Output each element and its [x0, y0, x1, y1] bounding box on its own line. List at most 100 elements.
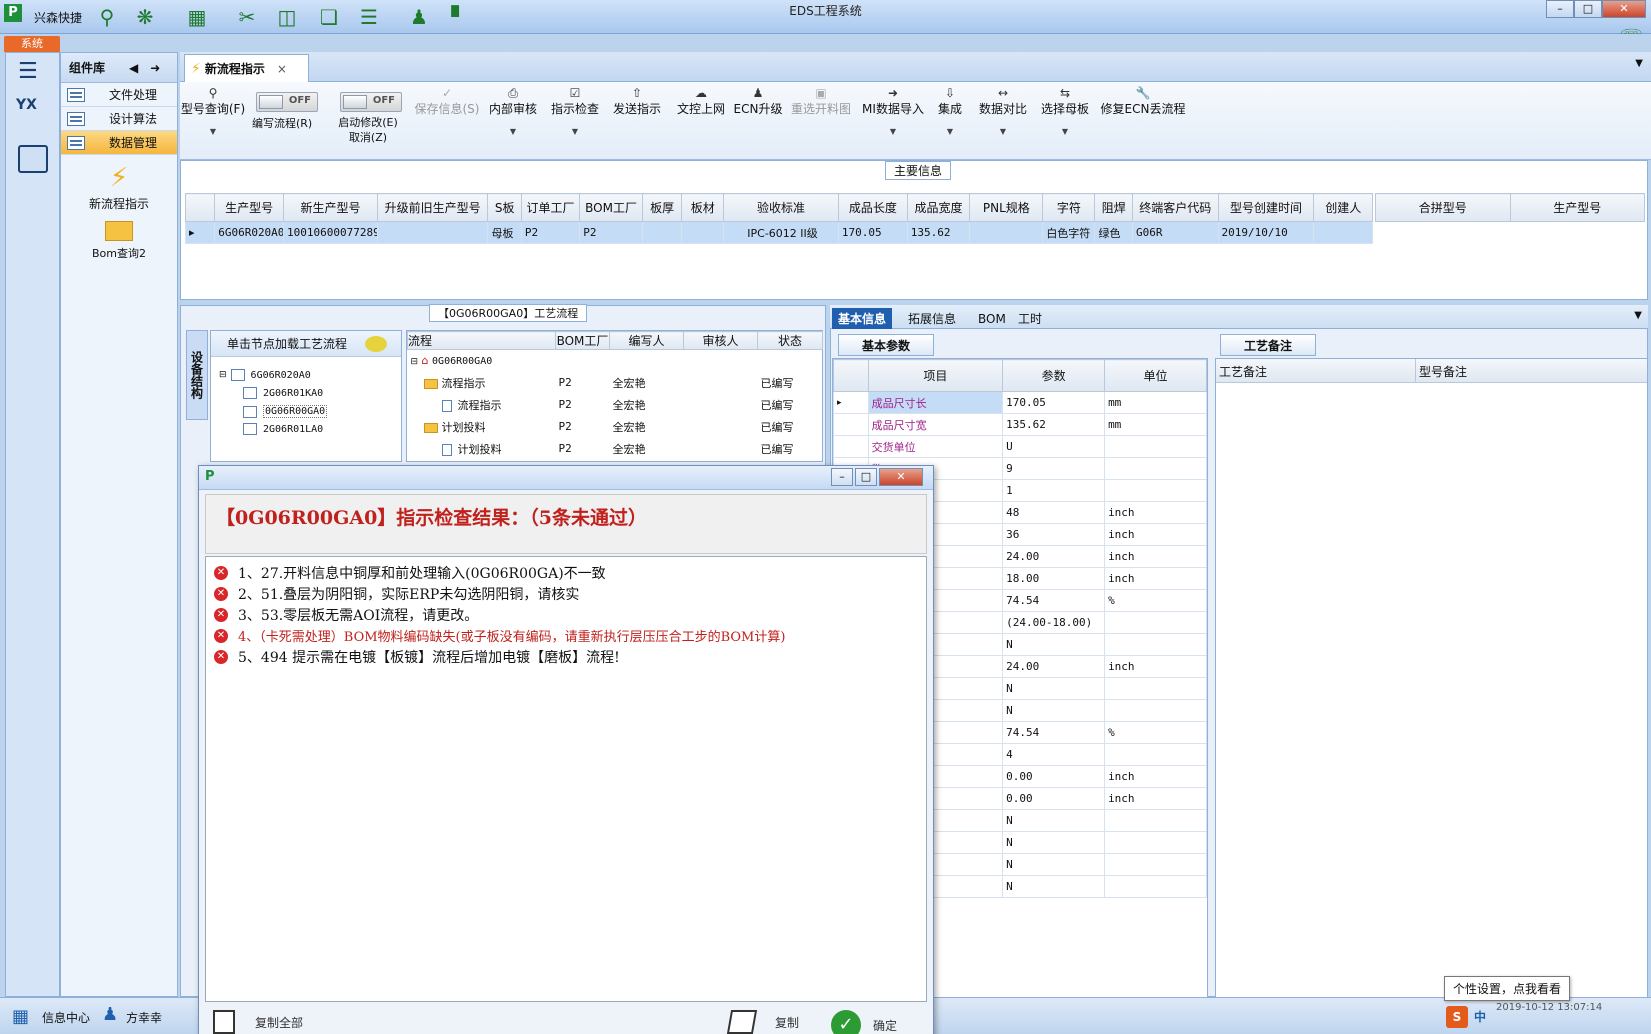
dialog-maximize-button[interactable]: □ — [855, 468, 877, 486]
chat-bubble-icon[interactable] — [365, 335, 388, 352]
flow-row[interactable]: 计划投料 P2 全宏艳 已编写 — [408, 438, 823, 460]
column-header[interactable]: 阻焊 — [1094, 193, 1133, 222]
column-header[interactable]: 订单工厂 — [520, 193, 581, 222]
dropdown-arrow-icon[interactable]: ▼ — [860, 127, 926, 136]
column-header[interactable]: 升级前旧生产型号 — [376, 193, 489, 222]
dropdown-arrow-icon[interactable]: ▼ — [976, 127, 1030, 136]
flow-row[interactable]: 计划投料 P2 全宏艳 已编写 — [408, 416, 823, 438]
list-item[interactable]: ✕ 5、494 提示需在电镀【板镀】流程后增加电镀【磨板】流程! — [214, 647, 620, 667]
column-header[interactable]: 流程 — [407, 331, 556, 350]
dropdown-arrow-icon[interactable]: ▼ — [932, 127, 968, 136]
list-item[interactable]: ✕ 1、27.开料信息中铜厚和前处理输入(0G06R00GA)不一致 — [214, 563, 606, 583]
yx-module-icon[interactable]: YX — [16, 97, 50, 127]
vertical-tab-structure[interactable]: 设备结构 — [186, 330, 208, 420]
ecn-upgrade-button[interactable]: ♟ ECN升级 — [732, 86, 784, 117]
model-remark-input[interactable] — [1418, 385, 1645, 995]
column-header[interactable]: 生产型号 — [1509, 193, 1645, 222]
column-header[interactable]: 创建人 — [1313, 193, 1373, 222]
tree-node-selected[interactable]: 0G06R00GA0 — [243, 405, 328, 418]
column-header[interactable]: 单位 — [1104, 359, 1207, 392]
doc-control-upload-button[interactable]: ☁ 文控上网 — [674, 86, 728, 117]
column-header[interactable]: 状态 — [757, 331, 823, 350]
mi-data-import-button[interactable]: ➜ MI数据导入 ▼ — [860, 86, 926, 136]
flow-root-row[interactable]: ⊟ ⌂ 0G06R00GA0 — [408, 350, 823, 372]
maximize-button[interactable]: □ — [1574, 0, 1602, 18]
tabs-dropdown-icon[interactable]: ▼ — [1634, 310, 1642, 321]
list-item[interactable]: ✕ 3、53.零层板无需AOI流程，请更改。 — [214, 605, 478, 625]
tooltip-personal-settings[interactable]: 个性设置，点我看看 — [1444, 976, 1571, 1001]
list-item[interactable]: ✕ 2、51.叠层为阴阳铜，实际ERP未勾选阴阳铜，请核实 — [214, 584, 579, 604]
tab-extended-info[interactable]: 拓展信息 — [902, 308, 962, 329]
table-row[interactable]: 成品尺寸宽 135.62 mm — [833, 413, 1207, 436]
collapse-left-icon[interactable]: ◀ — [129, 61, 138, 75]
tab-close-icon[interactable]: × — [277, 62, 287, 76]
column-header[interactable]: BOM工厂 — [555, 331, 610, 350]
sidebar-item-file-processing[interactable]: 文件处理 — [61, 83, 177, 107]
model-query-button[interactable]: ⚲ 型号查询(F) ▼ — [180, 86, 246, 136]
column-header[interactable]: 编写人 — [609, 331, 684, 350]
column-header[interactable]: 板材 — [681, 193, 725, 222]
column-header[interactable]: PNL规格 — [969, 193, 1044, 222]
dropdown-arrow-icon[interactable]: ▼ — [548, 127, 602, 136]
ime-logo-icon[interactable]: S — [1446, 1006, 1468, 1028]
tab-basic-info[interactable]: 基本信息 — [832, 308, 893, 329]
copy-all-button[interactable]: 复制全部 — [213, 1010, 303, 1034]
table-row[interactable]: 交货单位 U — [833, 435, 1207, 458]
reselect-cutting-chart-button[interactable]: ▣ 重选开料图 — [788, 86, 854, 117]
dialog-close-button[interactable]: ✕ — [879, 468, 923, 486]
system-menu-button[interactable]: 系统 — [4, 36, 60, 52]
sidebar-item-data-management[interactable]: 数据管理 — [61, 131, 177, 155]
dropdown-arrow-icon[interactable]: ▼ — [1038, 127, 1092, 136]
grid-apps-icon[interactable]: ▦ — [12, 1006, 29, 1027]
select-mother-board-button[interactable]: ⇆ 选择母板 ▼ — [1038, 86, 1092, 136]
tab-bom[interactable]: BOM — [972, 308, 1012, 329]
data-compare-button[interactable]: ↔ 数据对比 ▼ — [976, 86, 1030, 136]
send-instruction-button[interactable]: ⇧ 发送指示 — [610, 86, 664, 117]
column-header[interactable]: 成品宽度 — [906, 193, 971, 222]
list-item-critical[interactable]: ✕ 4、（卡死需处理）BOM物料编码缺失(或子板没有编码，请重新执行层压压合工步的… — [214, 626, 785, 645]
tab-dropdown-icon[interactable]: ▼ — [1635, 58, 1643, 69]
column-header[interactable]: 项目 — [867, 359, 1004, 392]
tree-node[interactable]: 2G06R01LA0 — [243, 423, 323, 435]
copy-button[interactable]: 复制 — [726, 1010, 799, 1034]
dropdown-arrow-icon[interactable]: ▼ — [180, 127, 246, 136]
shortcut-new-flow[interactable]: ⚡ 新流程指示 — [71, 163, 167, 212]
dropdown-arrow-icon[interactable]: ▼ — [486, 127, 540, 136]
flow-row[interactable]: 流程指示 P2 全宏艳 已编写 — [408, 372, 823, 394]
pin-icon[interactable]: ➜ — [150, 61, 160, 75]
shortcut-bom-query[interactable]: Bom查询2 — [71, 221, 167, 261]
info-center-label[interactable]: 信息中心 — [42, 1009, 90, 1026]
instruction-check-button[interactable]: ☑ 指示检查 ▼ — [548, 86, 602, 136]
column-header[interactable]: 生产型号 — [214, 193, 285, 222]
internal-review-button[interactable]: ⎙ 内部审核 ▼ — [486, 86, 540, 136]
column-header[interactable]: S板 — [487, 193, 522, 222]
calculator-module-icon[interactable] — [18, 145, 48, 173]
close-button[interactable]: ✕ — [1602, 0, 1646, 18]
tab-new-flow[interactable]: ⚡ 新流程指示 × — [184, 54, 309, 82]
auto-modify-toggle[interactable]: OFF — [340, 92, 402, 112]
dialog-minimize-button[interactable]: – — [831, 468, 853, 486]
column-header[interactable]: 参数 — [1002, 359, 1106, 392]
column-header[interactable]: BOM工厂 — [579, 193, 643, 222]
process-remark-input[interactable] — [1218, 385, 1414, 995]
column-header[interactable]: 验收标准 — [723, 193, 839, 222]
tree-node[interactable]: ⊟ 6G06R020A0 — [219, 369, 311, 381]
tree-node[interactable]: 2G06R01KA0 — [243, 387, 323, 399]
row-selector-icon[interactable]: ▸ — [833, 391, 869, 414]
column-header[interactable]: 板厚 — [641, 193, 683, 222]
fix-ecn-flow-button[interactable]: 🔧 修复ECN丢流程 — [1098, 86, 1188, 117]
ok-button[interactable]: ✓ 确定 — [831, 1010, 897, 1034]
edit-flow-toggle[interactable]: OFF — [256, 92, 318, 112]
column-header[interactable]: 成品长度 — [837, 193, 908, 222]
save-info-button[interactable]: ✓ 保存信息(S) — [414, 86, 480, 117]
table-row[interactable]: ▸ 成品尺寸长 170.05 mm — [833, 391, 1207, 414]
column-header[interactable]: 型号创建时间 — [1217, 193, 1315, 222]
minimize-button[interactable]: – — [1546, 0, 1574, 18]
ime-mode-label[interactable]: 中 — [1474, 1008, 1486, 1025]
tab-work-hours[interactable]: 工时 — [1012, 308, 1048, 329]
collapse-icon[interactable]: ⊟ — [411, 357, 419, 367]
column-header[interactable]: 新生产型号 — [283, 193, 378, 222]
flow-row[interactable]: 流程指示 P2 全宏艳 已编写 — [408, 394, 823, 416]
collapse-icon[interactable]: ⊟ — [219, 370, 227, 380]
integrate-button[interactable]: ⇩ 集成 ▼ — [932, 86, 968, 136]
